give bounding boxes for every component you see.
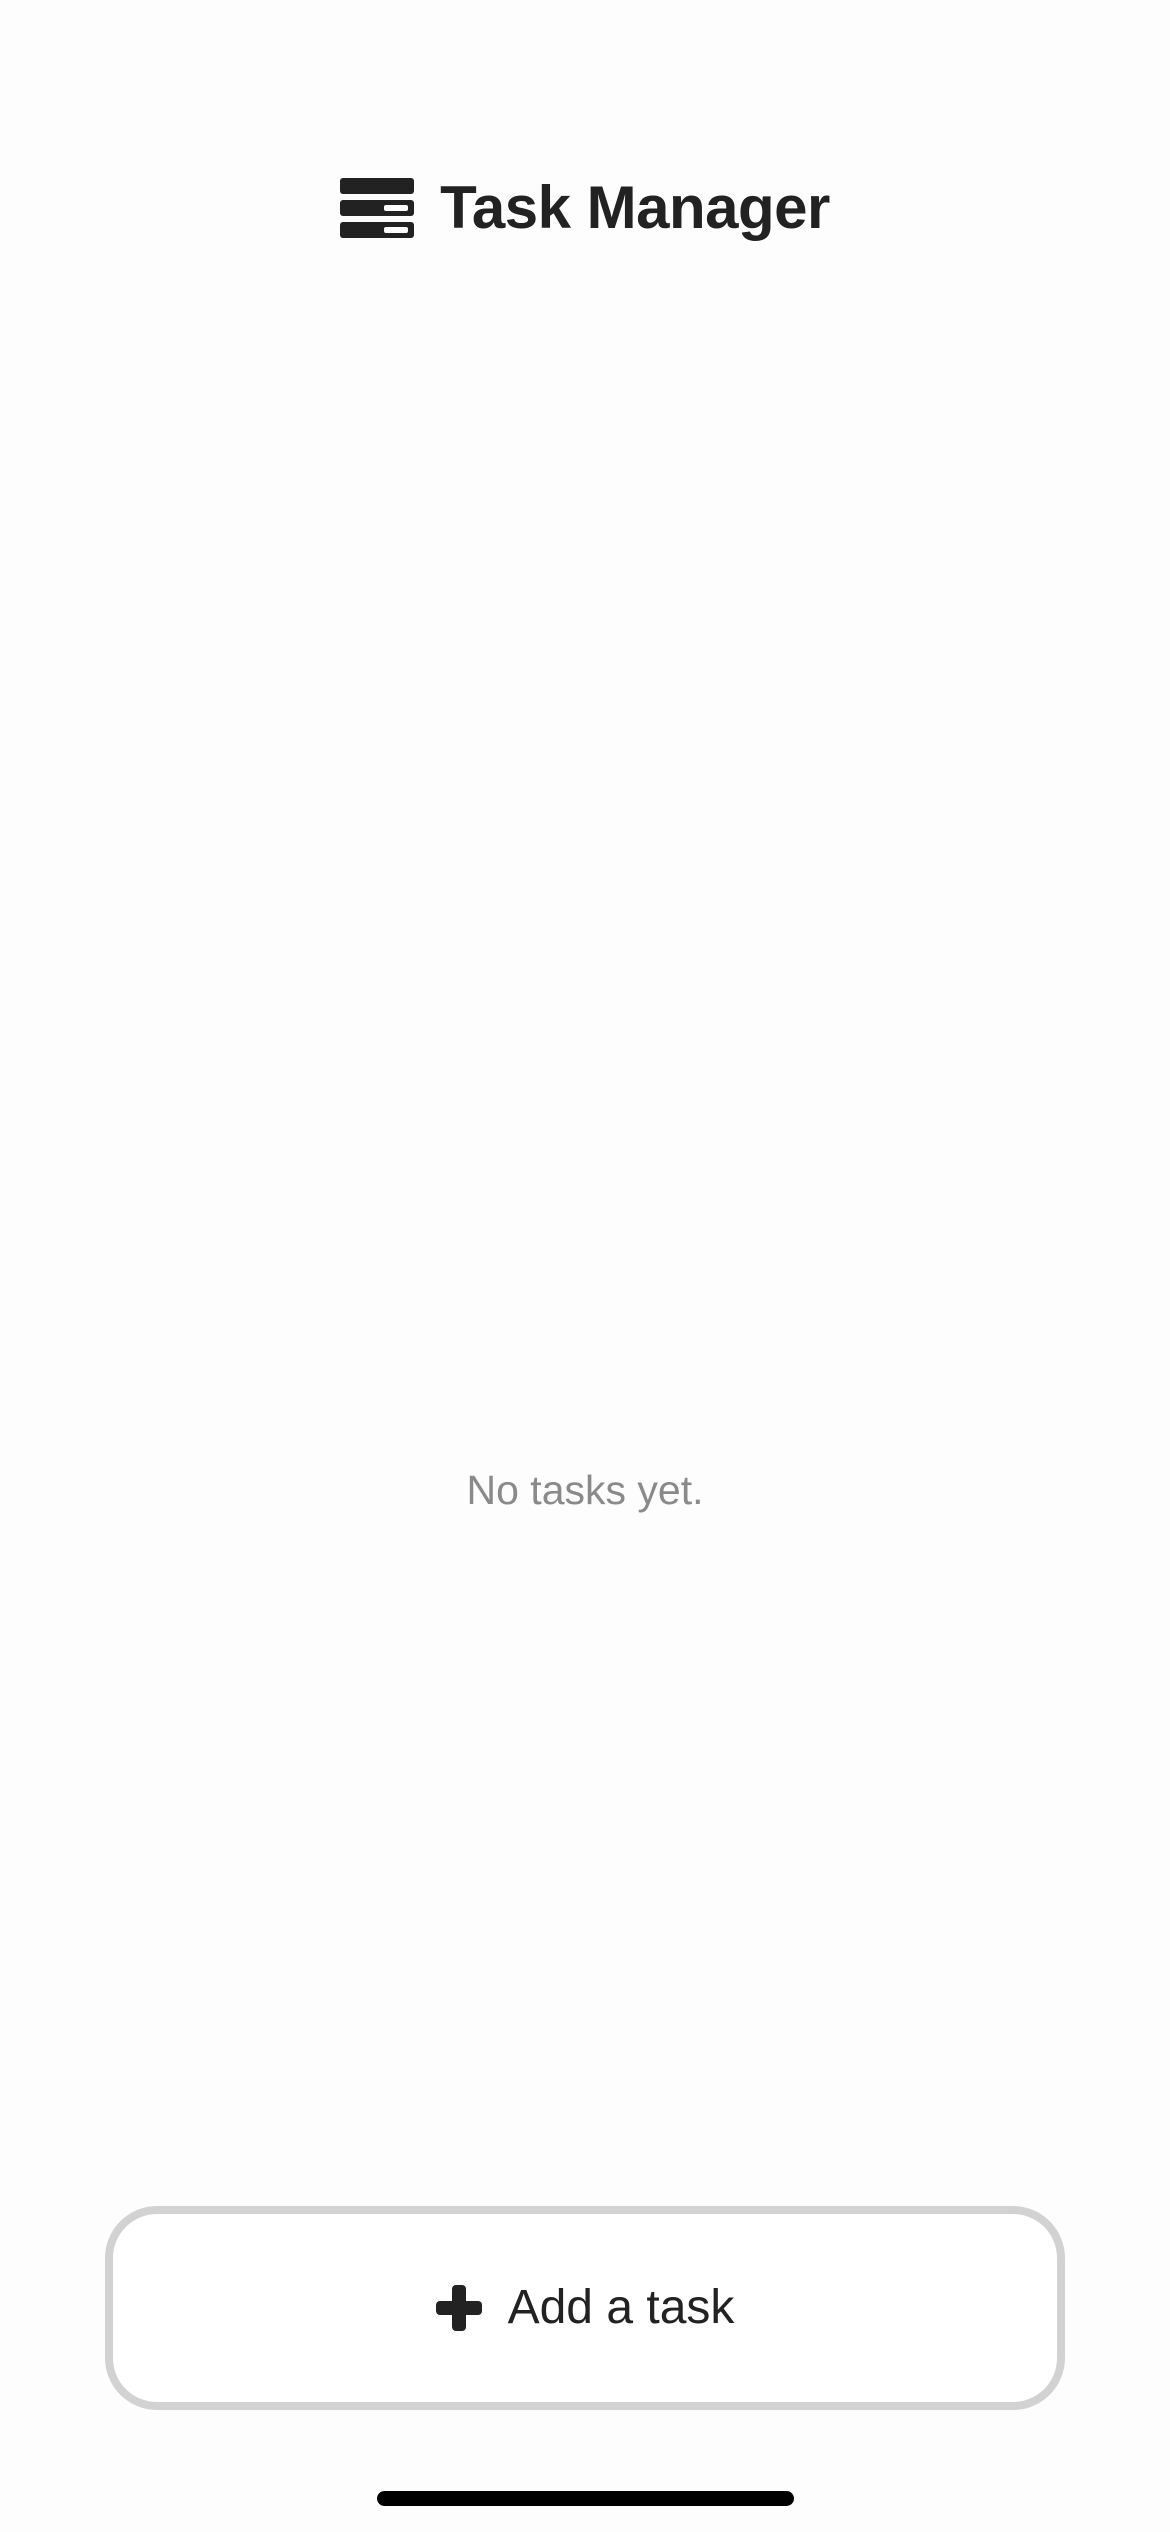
task-list-icon — [340, 178, 415, 238]
plus-icon — [435, 2285, 482, 2331]
add-task-button[interactable]: Add a task — [105, 2206, 1065, 2410]
app-title: Task Manager — [440, 174, 830, 241]
home-indicator[interactable] — [377, 2491, 794, 2506]
app-header: Task Manager — [0, 168, 1170, 248]
add-task-label: Add a task — [507, 2281, 735, 2334]
empty-state-message: No tasks yet. — [466, 1467, 704, 1513]
